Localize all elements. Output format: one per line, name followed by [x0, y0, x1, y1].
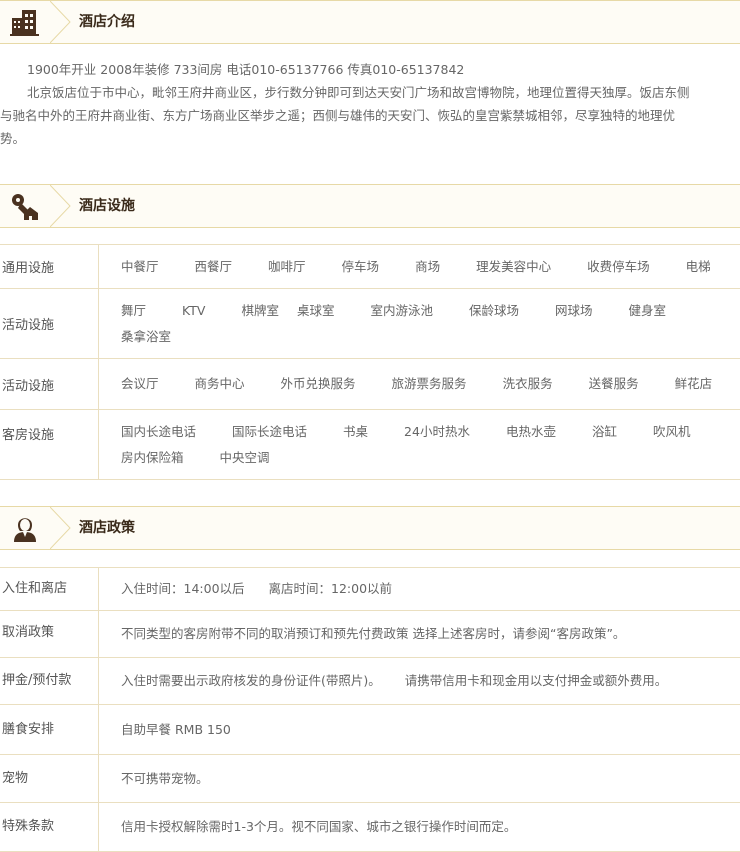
- facility-item: 棋牌室: [241, 298, 279, 324]
- row-label: 活动设施: [0, 359, 99, 410]
- header-divider-arrow: [50, 1, 72, 43]
- intro-line: 势。: [0, 127, 740, 150]
- row-label: 通用设施: [0, 245, 99, 289]
- facility-list: 中餐厅 西餐厅 咖啡厅 停车场 商场 理发美容中心 收费停车场 电梯: [99, 245, 740, 289]
- table-row: 膳食安排 自助早餐 RMB 150: [0, 705, 740, 755]
- facility-item: 电热水壶: [506, 419, 556, 445]
- table-row: 入住和离店 入住时间：14:00以后 离店时间：12:00以前: [0, 568, 740, 611]
- table-row: 通用设施 中餐厅 西餐厅 咖啡厅 停车场 商场 理发美容中心 收费停车场 电梯: [0, 245, 740, 289]
- key-house-icon: [0, 185, 50, 227]
- intro-line: 北京饭店位于市中心，毗邻王府井商业区，步行数分钟即可到达天安门广场和故宫博物院，…: [0, 81, 740, 104]
- table-row: 客房设施 国内长途电话 国际长途电话 书桌 24小时热水 电热水壶 浴缸 吹风机房内保险箱 中…: [0, 410, 740, 480]
- facility-item: 送餐服务: [589, 371, 639, 397]
- row-label: 押金/预付款: [0, 658, 99, 705]
- facility-list: 会议厅 商务中心 外币兑换服务 旅游票务服务 洗衣服务 送餐服务 鲜花店: [99, 359, 740, 410]
- deposit-id-text: 入住时需要出示政府核发的身份证件(带照片)。: [121, 673, 381, 688]
- facility-item: 理发美容中心: [476, 254, 551, 280]
- table-row: 押金/预付款 入住时需要出示政府核发的身份证件(带照片)。 请携带信用卡和现金用以…: [0, 658, 740, 705]
- table-row: 特殊条款 信用卡授权解除需时1-3个月。视不同国家、城市之银行操作时间而定。: [0, 803, 740, 852]
- row-label: 膳食安排: [0, 705, 99, 755]
- facility-item: 健身室: [629, 298, 667, 324]
- row-label: 客房设施: [0, 410, 99, 480]
- facilities-table: 通用设施 中餐厅 西餐厅 咖啡厅 停车场 商场 理发美容中心 收费停车场 电梯 活动设施 舞厅…: [0, 244, 740, 480]
- table-row: 活动设施 舞厅 KTV 棋牌室桌球室 室内游泳池 保龄球场 网球场 健身室桑拿浴室: [0, 289, 740, 359]
- facility-item: 桑拿浴室: [121, 324, 171, 350]
- facility-item: 舞厅: [121, 298, 146, 324]
- facility-item: 保龄球场: [469, 298, 519, 324]
- facility-list: 舞厅 KTV 棋牌室桌球室 室内游泳池 保龄球场 网球场 健身室桑拿浴室: [99, 289, 740, 359]
- facilities-header: 酒店设施: [0, 184, 740, 228]
- header-divider-arrow: [50, 507, 72, 549]
- table-row: 宠物 不可携带宠物。: [0, 755, 740, 803]
- header-divider-arrow: [50, 185, 72, 227]
- building-icon: [0, 1, 50, 43]
- policy-header: 酒店政策: [0, 506, 740, 550]
- row-label: 入住和离店: [0, 568, 99, 611]
- policy-table: 入住和离店 入住时间：14:00以后 离店时间：12:00以前 取消政策 不同类型…: [0, 567, 740, 852]
- facility-item: 商务中心: [195, 371, 245, 397]
- table-row: 活动设施 会议厅 商务中心 外币兑换服务 旅游票务服务 洗衣服务 送餐服务 鲜花店: [0, 359, 740, 410]
- row-label: 宠物: [0, 755, 99, 803]
- row-label: 特殊条款: [0, 803, 99, 852]
- facility-item: 桌球室: [297, 298, 335, 324]
- intro-line: 1900年开业 2008年装修 733间房 电话010-65137766 传真0…: [0, 58, 740, 81]
- facility-item: 商场: [415, 254, 440, 280]
- hotel-intro-text: 1900年开业 2008年装修 733间房 电话010-65137766 传真0…: [0, 58, 740, 150]
- section-title: 酒店介绍: [79, 1, 135, 43]
- policy-value: 入住时需要出示政府核发的身份证件(带照片)。 请携带信用卡和现金用以支付押金或额外…: [99, 658, 740, 705]
- policy-value: 信用卡授权解除需时1-3个月。视不同国家、城市之银行操作时间而定。: [99, 803, 740, 852]
- facility-item: 洗衣服务: [503, 371, 553, 397]
- facility-list: 国内长途电话 国际长途电话 书桌 24小时热水 电热水壶 浴缸 吹风机房内保险箱 中央空调: [99, 410, 740, 480]
- facility-item: 会议厅: [121, 371, 159, 397]
- policy-value: 不可携带宠物。: [99, 755, 740, 803]
- facility-item: 收费停车场: [587, 254, 650, 280]
- intro-header: 酒店介绍: [0, 0, 740, 44]
- facility-item: 电梯: [686, 254, 711, 280]
- facility-item: 西餐厅: [195, 254, 233, 280]
- section-title: 酒店设施: [79, 185, 135, 227]
- row-label: 活动设施: [0, 289, 99, 359]
- facility-item: 外币兑换服务: [281, 371, 356, 397]
- section-title: 酒店政策: [79, 507, 135, 549]
- facility-item: 室内游泳池: [370, 298, 433, 324]
- facility-item: 旅游票务服务: [392, 371, 467, 397]
- facility-item: 书桌: [343, 419, 368, 445]
- facility-item: 咖啡厅: [268, 254, 306, 280]
- row-label: 取消政策: [0, 611, 99, 658]
- policy-value: 入住时间：14:00以后 离店时间：12:00以前: [99, 568, 740, 611]
- facility-item: 浴缸: [592, 419, 617, 445]
- checkin-time: 入住时间：14:00以后: [121, 581, 245, 596]
- facility-item: 中餐厅: [121, 254, 159, 280]
- facility-item: 房内保险箱: [121, 445, 184, 471]
- policy-value: 不同类型的客房附带不同的取消预订和预先付费政策 选择上述客房时，请参阅“客房政策…: [99, 611, 740, 658]
- checkout-time: 离店时间：12:00以前: [269, 581, 393, 596]
- person-icon: [0, 507, 50, 549]
- facility-item: 国际长途电话: [232, 419, 307, 445]
- facility-item: 停车场: [342, 254, 380, 280]
- facility-item: 鲜花店: [675, 371, 713, 397]
- deposit-card-text: 请携带信用卡和现金用以支付押金或额外费用。: [405, 673, 668, 688]
- facility-item: 24小时热水: [404, 419, 470, 445]
- facility-item: 吹风机: [653, 419, 691, 445]
- intro-line: 与驰名中外的王府井商业街、东方广场商业区举步之遥；西侧与雄伟的天安门、恢弘的皇宫…: [0, 104, 740, 127]
- policy-value: 自助早餐 RMB 150: [99, 705, 740, 755]
- facility-item: KTV: [182, 298, 205, 324]
- facility-item: 中央空调: [220, 445, 270, 471]
- facility-item: 国内长途电话: [121, 419, 196, 445]
- facility-item: 网球场: [555, 298, 593, 324]
- table-row: 取消政策 不同类型的客房附带不同的取消预订和预先付费政策 选择上述客房时，请参阅…: [0, 611, 740, 658]
